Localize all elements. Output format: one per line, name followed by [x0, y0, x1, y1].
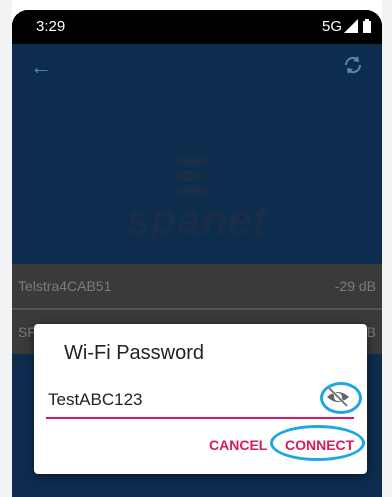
connect-highlight	[270, 425, 365, 461]
network-signal: -29 dB	[334, 278, 376, 294]
password-underline	[46, 417, 354, 419]
dialog-title: Wi-Fi Password	[64, 342, 205, 364]
cancel-button[interactable]: CANCEL	[209, 437, 267, 453]
brand-logo-text: spanet	[126, 196, 268, 243]
back-arrow-icon[interactable]: ←	[30, 54, 52, 80]
visibility-toggle-highlight	[320, 382, 362, 414]
refresh-icon[interactable]	[342, 54, 364, 82]
frame-edge-right	[382, 0, 392, 497]
status-time: 3:29	[36, 18, 66, 35]
signal-icon	[344, 19, 358, 37]
network-row[interactable]: Telstra4CAB51 -29 dB	[12, 264, 382, 308]
status-network: 5G	[321, 18, 342, 35]
app-header: ← spanet	[12, 44, 382, 264]
battery-icon	[363, 19, 371, 37]
network-name: Telstra4CAB51	[18, 278, 112, 294]
password-input[interactable]	[48, 390, 352, 410]
spanet-logo-icon	[173, 156, 213, 201]
wifi-password-dialog: Wi-Fi Password CANCEL CONNECT	[34, 324, 367, 474]
status-bar: 3:29 5G	[12, 10, 382, 44]
frame-edge-left	[0, 0, 12, 497]
